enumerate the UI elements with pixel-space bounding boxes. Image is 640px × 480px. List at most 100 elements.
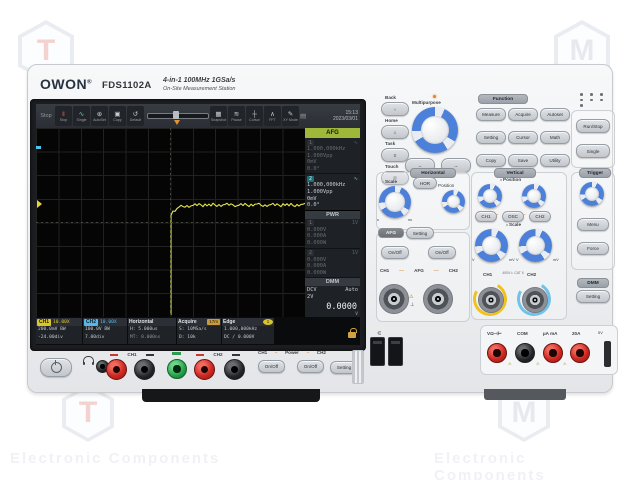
autoset-icon: ⊕ <box>96 110 103 118</box>
afg-ch1-bnc[interactable] <box>379 284 409 314</box>
trigger-force-button[interactable]: Force <box>577 242 609 255</box>
xy-mode-button[interactable]: ✎ XY Mode <box>282 106 299 126</box>
afg-ch1-onoff-button[interactable]: On/Off <box>381 246 409 259</box>
single-panel-button[interactable]: Single <box>576 144 610 158</box>
afg-ch2-bnc[interactable] <box>423 284 453 314</box>
usb-port-1[interactable] <box>370 337 385 366</box>
stop-button[interactable]: ‖ Stop <box>55 106 72 126</box>
ch1-output-red-jack[interactable] <box>106 359 127 380</box>
date: 2023/03/01 <box>332 116 358 122</box>
snapshot-button[interactable]: ▦ Snapshot <box>210 106 227 126</box>
screen-sidebar: AFG 1 ∿ 1.000,000kHz 1.000Vpp 0mV 0.0° 2… <box>305 128 360 317</box>
ch2-chip: CH2 <box>84 318 99 326</box>
ch1-input-bnc[interactable] <box>478 287 504 313</box>
afg-tab[interactable]: AFG <box>305 128 360 138</box>
utility-button[interactable]: Utility <box>540 154 570 167</box>
side-port[interactable] <box>604 341 611 367</box>
ch2-input-bnc[interactable] <box>522 287 548 313</box>
trigger-menu-button[interactable]: Menu <box>577 218 609 231</box>
ch1-position-knob[interactable] <box>478 184 502 208</box>
ch2-position-knob[interactable] <box>522 184 546 208</box>
afg-ch2-onoff-button[interactable]: On/Off <box>428 246 456 259</box>
headphone-icon <box>83 356 94 365</box>
acquire-button[interactable]: Acquire <box>508 108 538 121</box>
autoset-panel-button[interactable]: Autoset <box>540 108 570 121</box>
osc-button[interactable]: OSC <box>502 211 524 222</box>
back-button[interactable]: ‹ <box>381 102 409 116</box>
run-stop-button[interactable]: Run/Stop <box>576 119 610 133</box>
trigger-level-marker[interactable] <box>36 146 41 149</box>
single-button[interactable]: ∿ Single <box>73 106 90 126</box>
task-button[interactable]: ≡ <box>381 148 409 162</box>
pwr-ch1-panel[interactable]: 1 1V 0.000V 0.000A 0.000W <box>305 219 360 249</box>
afg-setting-button[interactable]: Setting <box>406 227 434 239</box>
ch2-output-black-jack[interactable] <box>224 359 245 380</box>
ch1-status-box[interactable]: CH1 10.00X 200.0mV BW -24.00div <box>36 318 82 344</box>
ch2-status-box[interactable]: CH2 10.00X 100.0V BW 7.00div <box>83 318 127 344</box>
power-button[interactable] <box>40 358 72 377</box>
horizontal-position-knob[interactable] <box>442 190 465 213</box>
copy-panel-button[interactable]: Copy <box>476 154 506 167</box>
ground-jack[interactable] <box>167 359 187 379</box>
trigger-status-box[interactable]: Edge 1 1.000,000kHz DC ∕ 0.000V <box>222 318 274 344</box>
acquire-badge: 17m <box>207 319 220 325</box>
trigger-level-knob[interactable] <box>580 182 604 206</box>
math-button[interactable]: Math <box>540 131 570 144</box>
horizontal-status-box[interactable]: Horizontal H: 5.000us MT: 0.000ns <box>128 318 176 344</box>
home-button[interactable]: ⌂ <box>381 125 409 139</box>
cursor-icon: ┼ <box>252 110 257 118</box>
back-label: Back <box>385 95 396 100</box>
cursor-panel-button[interactable]: Cursor <box>508 131 538 144</box>
lock-icon[interactable] <box>348 328 357 338</box>
v-scale-label: Scale <box>506 222 521 227</box>
ch2-output-red-jack[interactable] <box>194 359 215 380</box>
ch2-menu-button[interactable]: CH2 <box>529 211 551 222</box>
cursor-button[interactable]: ┼ Cursor <box>246 106 263 126</box>
dmm-section-title[interactable]: DMM <box>305 278 360 287</box>
usb-port-2[interactable] <box>388 337 403 366</box>
ch2-scale: 100.0V <box>85 327 102 332</box>
hor-button[interactable]: HOR <box>413 177 437 189</box>
dmm-setting-button[interactable]: Setting <box>576 290 610 303</box>
pwr-section-title[interactable]: PWR <box>305 210 360 219</box>
ch1-coupling: BW <box>60 327 66 332</box>
pwr-ch1-watts: 0.000W <box>307 239 327 246</box>
setting-button[interactable]: Setting <box>476 131 506 144</box>
pwr-ch2-panel[interactable]: 2 1V 0.000V 0.000A 0.000W <box>305 249 360 279</box>
ch1-output-black-jack[interactable] <box>134 359 155 380</box>
pwr-ch1-badge: 1 <box>307 220 315 227</box>
clipboard-icon[interactable]: ▤ <box>300 113 306 120</box>
ch1-menu-button[interactable]: CH1 <box>475 211 497 222</box>
ch2-scale-knob[interactable] <box>519 229 552 262</box>
multipurpose-knob[interactable] <box>412 107 458 153</box>
fft-button[interactable]: ∧ FFT <box>264 106 281 126</box>
horizontal-scale-knob[interactable] <box>379 186 411 218</box>
default-button[interactable]: ↺ Default <box>127 106 144 126</box>
volt-ohm-jack[interactable] <box>487 343 507 363</box>
status-bar: CH1 10.00X 200.0mV BW -24.00div CH2 10.00X… <box>36 317 360 345</box>
acquire-status-box[interactable]: Acquire 17m S: 10MSa/s D: 10k <box>177 318 221 344</box>
multipurpose-led <box>433 95 436 98</box>
afg-section-title: AFG <box>378 228 404 238</box>
afg-ch2-panel[interactable]: 2 ∿ 1.000,000kHz 1.000Vpp 0mV 0.0° <box>305 174 360 211</box>
dmm-auto: Auto <box>345 287 358 294</box>
touch-screen[interactable]: Stop ‖ Stop ∿ Single ⊕ AutoSet ▣ Copy ↺ … <box>36 104 360 345</box>
ch1-scale-knob[interactable] <box>475 229 508 262</box>
measure-button[interactable]: Measure <box>476 108 506 121</box>
ch2-probe: 10.00X <box>100 319 117 325</box>
autoset-button[interactable]: ⊕ AutoSet <box>91 106 108 126</box>
ch1-level-marker[interactable] <box>37 200 42 208</box>
slider-knob[interactable] <box>173 111 179 119</box>
save-button[interactable]: Save <box>508 154 538 167</box>
amp20-jack[interactable] <box>570 343 590 363</box>
brand-logo: OWON® <box>40 76 93 92</box>
waveform-position-slider[interactable] <box>145 106 209 126</box>
com-jack[interactable] <box>515 343 535 363</box>
afg-ch1-panel[interactable]: 1 ∿ 1.000,000kHz 1.000Vpp 0mV 0.0° <box>305 138 360 175</box>
power-ch2-onoff-button[interactable]: On/Off <box>297 360 324 373</box>
pause-button[interactable]: ≋ Pause <box>228 106 245 126</box>
copy-button[interactable]: ▣ Copy <box>109 106 126 126</box>
current-jack[interactable] <box>543 343 563 363</box>
power-ch1-onoff-button[interactable]: On/Off <box>258 360 285 373</box>
pwr-ch2-volts: 0.000V <box>307 256 327 263</box>
